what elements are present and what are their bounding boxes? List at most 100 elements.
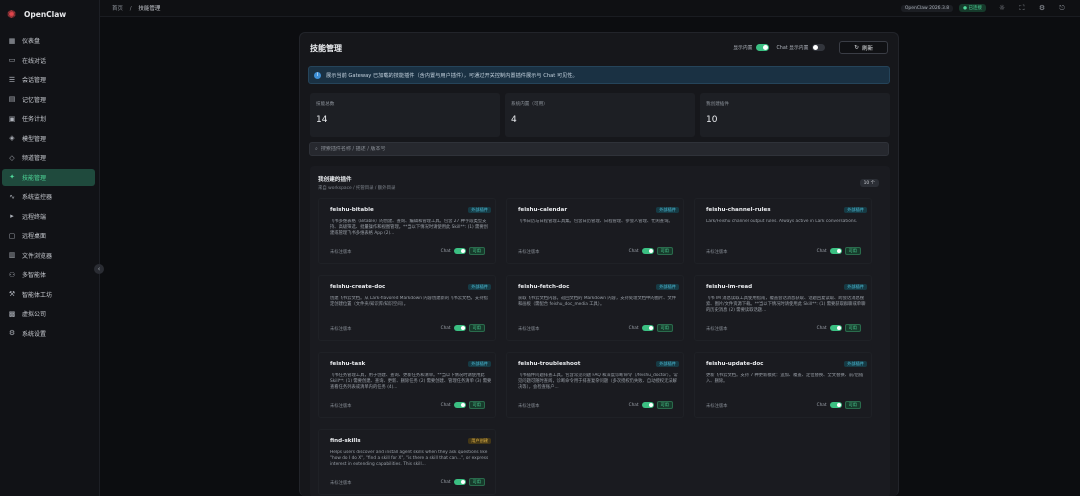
- workshop-icon: ⚒: [8, 290, 16, 299]
- toggle-chat-switch[interactable]: [812, 44, 826, 51]
- sidebar-item-label: 虚拟公司: [22, 311, 47, 319]
- plugin-card[interactable]: find-skills 用户创建 Helps users discover and …: [318, 429, 496, 495]
- sidebar-item[interactable]: ⚒ 智能体工坊: [2, 286, 95, 304]
- plugin-count-badge: 10 个: [859, 179, 879, 187]
- chat-visibility-switch[interactable]: [453, 402, 466, 408]
- plugin-type-badge: 用户创建: [468, 438, 491, 444]
- search-input[interactable]: [320, 146, 861, 152]
- chat-label: Chat: [816, 248, 827, 254]
- plugin-card[interactable]: feishu-troubleshoot 外部插件 飞书插件问题排查工具。包含常见问题…: [506, 352, 684, 418]
- chat-visibility-switch[interactable]: [641, 248, 654, 254]
- chat-visibility-switch[interactable]: [641, 402, 654, 408]
- plugin-description: Helps users discover and install agent s…: [330, 450, 489, 467]
- sidebar-item[interactable]: ▸ 远程终端: [2, 208, 95, 226]
- plugin-controls: Chat 可用: [817, 401, 861, 409]
- plugin-description: 创建飞书云文档。从 Lark-flavored Markdown 内容创建新的飞…: [330, 296, 488, 307]
- settings-icon: ⚙: [8, 329, 16, 338]
- logout-icon[interactable]: ⎋: [1058, 4, 1066, 12]
- plugin-card[interactable]: feishu-im-read 外部插件 飞书 IM 消息读取工具使用指南，覆盖会话消…: [694, 275, 872, 341]
- sidebar-item[interactable]: ▭ 在线对话: [2, 52, 95, 70]
- chat-label: Chat: [816, 325, 827, 331]
- plugin-type-badge: 外部插件: [656, 284, 679, 290]
- sidebar: ✺ OpenClaw ▦ 仪表盘 ▭ 在线对话 ☰ 会话管理 ▤ 记忆管理 ▣ 任务计划 ◈ 模型管理…: [0, 0, 100, 496]
- chat-visibility-switch[interactable]: [829, 248, 842, 254]
- sidebar-item[interactable]: ◈ 模型管理: [2, 130, 95, 148]
- sidebar-item[interactable]: ∿ 系统监控器: [2, 188, 95, 206]
- stat-value: 4: [511, 115, 517, 125]
- sidebar-item[interactable]: ▩ 虚拟公司: [2, 305, 95, 323]
- sidebar-item[interactable]: ☰ 会话管理: [2, 71, 95, 89]
- topbar: 首页 / 技能管理 OpenClaw 2026.3.8 ● 已连接 ☼ ⛶ ⚙ …: [100, 0, 1080, 17]
- plugin-type-badge: 外部插件: [468, 361, 491, 367]
- memory-icon: ▤: [8, 95, 16, 104]
- session-icon: ☰: [8, 75, 16, 84]
- sidebar-item[interactable]: ✦ 技能管理: [2, 168, 95, 186]
- app-name: OpenClaw: [24, 9, 67, 19]
- refresh-button[interactable]: ↻ 刷新: [839, 41, 888, 54]
- available-badge: 可用: [468, 478, 485, 486]
- sun-icon[interactable]: ☼: [998, 4, 1006, 12]
- chat-icon: ▭: [8, 56, 16, 65]
- toggle-builtin-switch[interactable]: [756, 44, 770, 51]
- plugin-version: 未标注版本: [330, 481, 352, 486]
- available-badge: 可用: [468, 401, 485, 409]
- sidebar-item[interactable]: ▦ 仪表盘: [2, 32, 95, 50]
- toggle-chat-label: Chat 显示内置: [776, 46, 809, 51]
- plugin-card[interactable]: feishu-bitable 外部插件 飞书多维表格（Bitable）的创建、查询、…: [318, 198, 496, 264]
- sidebar-item[interactable]: ⚇ 多智能体: [2, 266, 95, 284]
- chat-visibility-switch[interactable]: [829, 402, 842, 408]
- sidebar-item-label: 远程桌面: [22, 233, 47, 241]
- breadcrumb-separator: /: [129, 6, 132, 12]
- sidebar-nav: ▦ 仪表盘 ▭ 在线对话 ☰ 会话管理 ▤ 记忆管理 ▣ 任务计划 ◈ 模型管理 ◇ 频道管理 ✦ 技能管理 ∿…: [0, 32, 99, 342]
- page-title: 技能管理: [310, 44, 342, 53]
- available-badge: 可用: [844, 324, 861, 332]
- plugin-card[interactable]: feishu-fetch-doc 外部插件 获取飞书云文档内容。返回文档的 Mark…: [506, 275, 684, 341]
- sidebar-item[interactable]: ▥ 文件浏览器: [2, 247, 95, 265]
- plugin-card[interactable]: feishu-calendar 外部插件 飞书日历与日程管理工具集。包含日历管理、日…: [506, 198, 684, 264]
- plugin-description: 获取飞书云文档内容。返回文档的 Markdown 内容，支持处理文档中的图片、文…: [518, 296, 677, 307]
- collapse-sidebar-icon[interactable]: ‹: [94, 264, 104, 274]
- plugin-description: 更新飞书云文档。支持 7 种更新模式：追加、覆盖、定位替换、全文替换、前/后插入…: [706, 373, 864, 384]
- chat-visibility-switch[interactable]: [829, 325, 842, 331]
- plugin-card[interactable]: feishu-channel-rules 外部插件 Lark/Feishu chan…: [694, 198, 872, 264]
- plugin-version: 未标注版本: [706, 404, 728, 409]
- sidebar-item-label: 频道管理: [22, 155, 47, 163]
- refresh-label: 刷新: [861, 45, 873, 52]
- version-badge: OpenClaw 2026.3.8: [900, 4, 954, 12]
- available-badge: 可用: [656, 401, 673, 409]
- settings-icon[interactable]: ⚙: [1038, 4, 1046, 12]
- brand[interactable]: ✺ OpenClaw: [0, 0, 99, 28]
- plugin-version: 未标注版本: [706, 250, 728, 255]
- info-banner: i 展示当前 Gateway 已加载的技能插件（含内置与用户插件），可通过开关控…: [308, 66, 890, 84]
- sidebar-item-label: 技能管理: [22, 174, 47, 182]
- chat-visibility-switch[interactable]: [641, 325, 654, 331]
- model-icon: ◈: [9, 134, 15, 143]
- fullscreen-icon[interactable]: ⛶: [1018, 4, 1026, 12]
- breadcrumb-current: 技能管理: [138, 6, 161, 12]
- plugin-name: feishu-update-doc: [706, 361, 764, 367]
- sidebar-item[interactable]: ◇ 频道管理: [2, 149, 95, 167]
- chat-visibility-switch[interactable]: [453, 248, 466, 254]
- sidebar-item[interactable]: ▤ 记忆管理: [2, 91, 95, 109]
- plugin-version: 未标注版本: [330, 327, 352, 332]
- plugin-controls: Chat 可用: [441, 324, 485, 332]
- chat-visibility-switch[interactable]: [453, 479, 466, 485]
- plugin-version: 未标注版本: [518, 404, 540, 409]
- plugin-card[interactable]: feishu-task 外部插件 飞书任务管理工具，用于创建、查询、更新任务和清单。…: [318, 352, 496, 418]
- available-badge: 可用: [468, 324, 485, 332]
- plugin-name: feishu-channel-rules: [706, 207, 771, 213]
- sidebar-item[interactable]: ▢ 远程桌面: [2, 227, 95, 245]
- breadcrumb-home[interactable]: 首页: [112, 6, 123, 12]
- plugin-card[interactable]: feishu-update-doc 外部插件 更新飞书云文档。支持 7 种更新模式：…: [694, 352, 872, 418]
- search-icon: ⌕: [315, 146, 318, 152]
- sidebar-item[interactable]: ⚙ 系统设置: [2, 325, 95, 343]
- skill-icon: ✦: [9, 173, 15, 182]
- section-title: 我创建的插件: [318, 177, 352, 183]
- plugin-controls: Chat 可用: [441, 478, 485, 486]
- chat-visibility-switch[interactable]: [453, 325, 466, 331]
- plugin-version: 未标注版本: [706, 327, 728, 332]
- sidebar-item[interactable]: ▣ 任务计划: [2, 110, 95, 128]
- plugin-card[interactable]: feishu-create-doc 外部插件 创建飞书云文档。从 Lark-flav…: [318, 275, 496, 341]
- stat-label: 我创建插件: [706, 102, 729, 107]
- plugin-type-badge: 外部插件: [844, 284, 867, 290]
